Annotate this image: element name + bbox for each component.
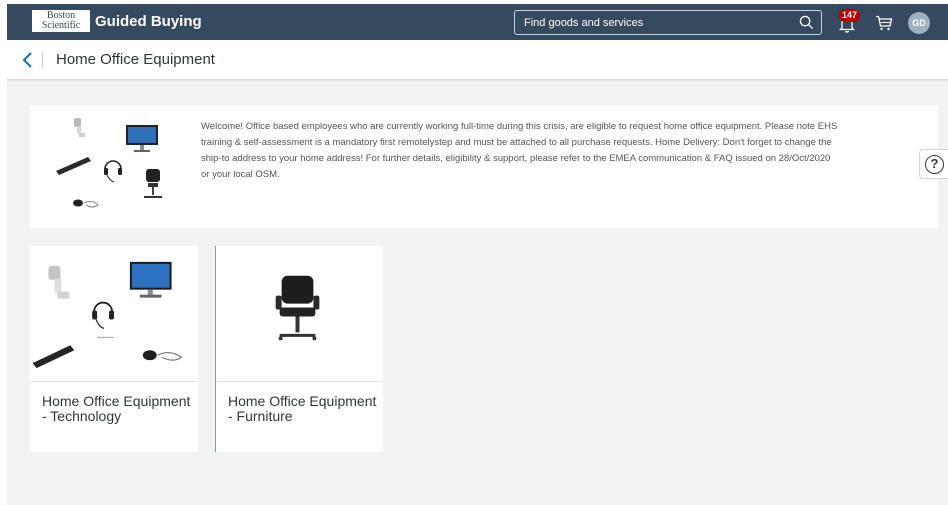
header-divider xyxy=(42,52,43,68)
back-chevron-icon[interactable] xyxy=(19,50,37,70)
search-icon[interactable] xyxy=(799,15,814,30)
headset-icon xyxy=(104,160,122,183)
mouse-icon xyxy=(73,199,99,208)
company-logo[interactable]: Boston Scientific xyxy=(32,10,90,32)
page-title: Home Office Equipment xyxy=(56,51,215,68)
mouse-icon xyxy=(142,350,183,361)
category-tile-technology[interactable]: Home Office Equipment - Technology xyxy=(30,246,198,452)
office-chair-icon xyxy=(275,275,320,341)
page-header: Home Office Equipment xyxy=(7,40,948,80)
office-chair-icon xyxy=(144,169,162,198)
keyboard-icon xyxy=(32,345,75,369)
search-box xyxy=(514,10,822,35)
tile-title: Home Office Equipment - Furniture xyxy=(228,393,377,424)
webcam-icon xyxy=(74,118,85,137)
notification-badge: 147 xyxy=(839,9,861,22)
top-bar: Boston Scientific Guided Buying 147 GD xyxy=(7,4,948,40)
webcam-icon xyxy=(48,265,70,299)
help-icon: ? xyxy=(925,155,944,174)
cart-icon[interactable] xyxy=(875,15,893,31)
category-tile-furniture[interactable]: Home Office Equipment - Furniture xyxy=(215,246,383,452)
keyboard-icon xyxy=(56,157,91,175)
welcome-banner: Welcome! Office based employees who are … xyxy=(30,105,938,229)
app-shell: Boston Scientific Guided Buying 147 GD xyxy=(7,4,948,505)
home-office-equipment-image xyxy=(56,118,162,208)
search-input[interactable] xyxy=(515,11,795,34)
monitor-icon xyxy=(126,125,158,152)
tile-title: Home Office Equipment - Technology xyxy=(42,393,191,424)
help-button[interactable]: ? xyxy=(919,149,948,179)
welcome-message: Welcome! Office based employees who are … xyxy=(201,121,838,180)
technology-image xyxy=(30,261,198,382)
app-title: Guided Buying xyxy=(95,13,202,30)
user-avatar[interactable]: GD xyxy=(908,12,930,34)
notifications-button[interactable]: 147 xyxy=(837,9,861,35)
headset-icon xyxy=(92,301,114,338)
furniture-image xyxy=(216,275,383,382)
monitor-icon xyxy=(129,261,172,298)
